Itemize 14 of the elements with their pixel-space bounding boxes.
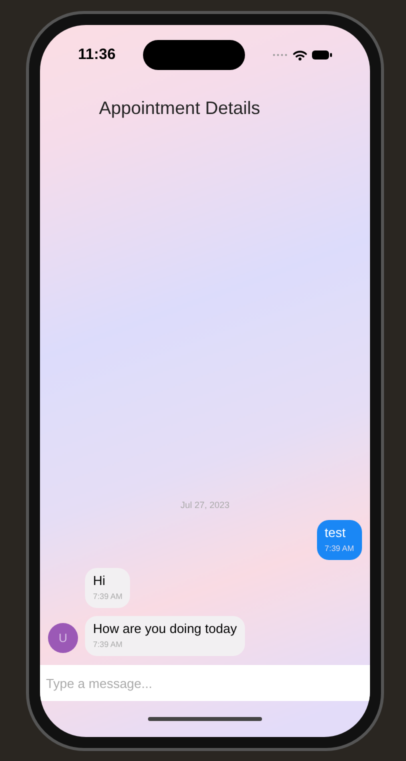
message-text: How are you doing today	[93, 621, 237, 637]
page-title: Appointment Details	[98, 97, 262, 120]
message-time: 7:39 AM	[93, 591, 122, 603]
cellular-signal-icon	[272, 53, 288, 57]
battery-icon	[312, 50, 332, 60]
status-time: 11:36	[78, 44, 116, 65]
message-text: Hi	[93, 573, 106, 589]
message-input-field[interactable]: Type a message...	[40, 665, 370, 701]
message-text: test	[324, 525, 347, 541]
message-time: 7:39 AM	[324, 543, 354, 555]
date-separator: Jul 27, 2023	[180, 498, 230, 512]
user-avatar: U	[48, 623, 78, 653]
message-time: 7:39 AM	[93, 639, 124, 651]
wifi-icon	[292, 50, 307, 60]
